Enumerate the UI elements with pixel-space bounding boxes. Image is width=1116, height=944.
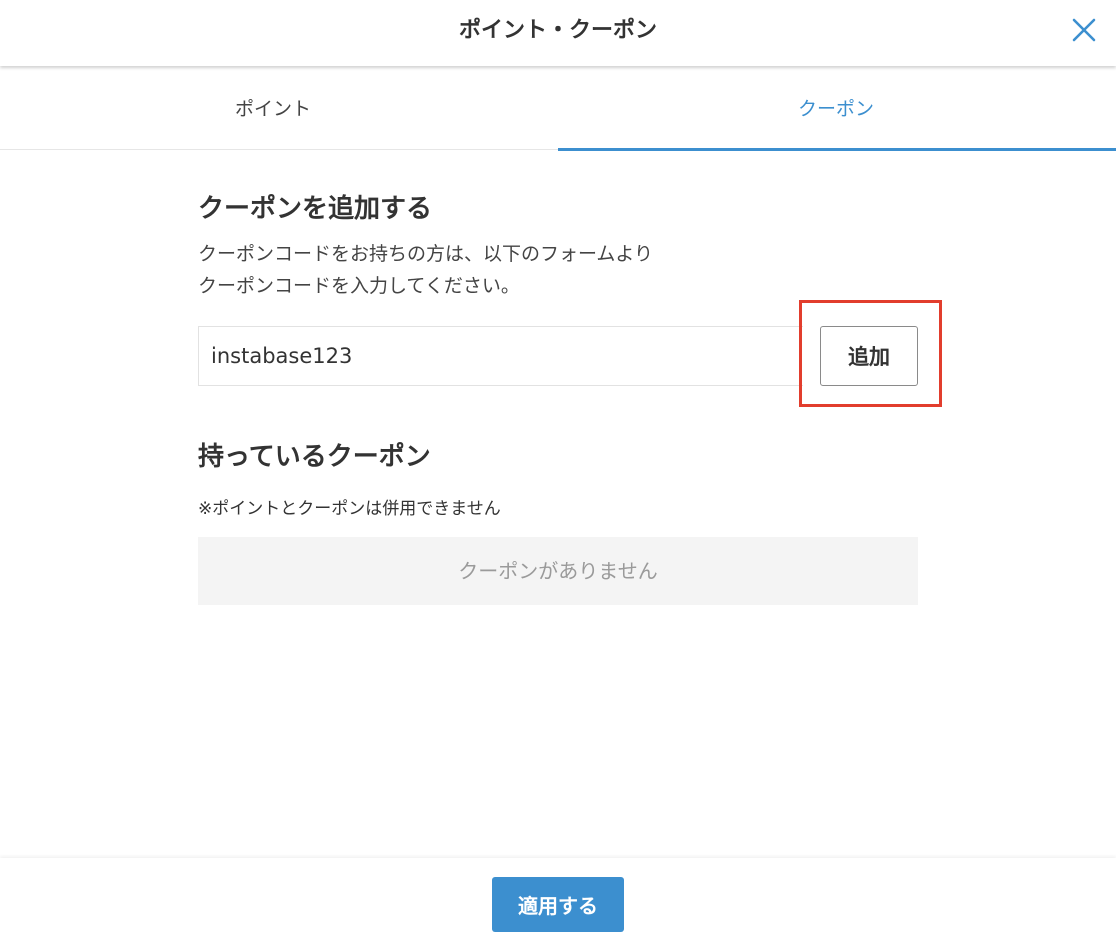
coupon-code-input[interactable]	[198, 326, 803, 386]
points-coupon-modal: ポイント・クーポン ポイント クーポン クーポンを追加する クーポンコードをお持…	[0, 0, 1116, 944]
tab-points-label: ポイント	[235, 98, 312, 120]
empty-coupons-box: クーポンがありません	[198, 537, 918, 605]
description-line-2: クーポンコードを入力してください。	[198, 275, 520, 297]
tab-bar: ポイント クーポン	[0, 66, 1116, 151]
modal-header: ポイント・クーポン	[0, 0, 1116, 66]
add-coupon-title: クーポンを追加する	[198, 194, 433, 224]
apply-button[interactable]: 適用する	[492, 877, 624, 932]
description-line-1: クーポンコードをお持ちの方は、以下のフォームより	[198, 243, 654, 265]
modal-title: ポイント・クーポン	[458, 18, 657, 43]
add-coupon-description: クーポンコードをお持ちの方は、以下のフォームより クーポンコードを入力してくださ…	[198, 238, 653, 302]
modal-footer: 適用する	[0, 858, 1116, 944]
add-coupon-button[interactable]: 追加	[820, 326, 918, 386]
close-icon	[1072, 18, 1096, 42]
empty-coupons-text: クーポンがありません	[458, 559, 658, 583]
my-coupons-title: 持っているクーポン	[198, 442, 431, 472]
tab-points[interactable]: ポイント	[0, 66, 558, 150]
coupon-note: ※ポイントとクーポンは併用できません	[198, 499, 501, 519]
tab-coupon-label: クーポン	[798, 98, 875, 120]
close-button[interactable]	[1070, 16, 1098, 44]
tab-coupon[interactable]: クーポン	[558, 66, 1116, 151]
